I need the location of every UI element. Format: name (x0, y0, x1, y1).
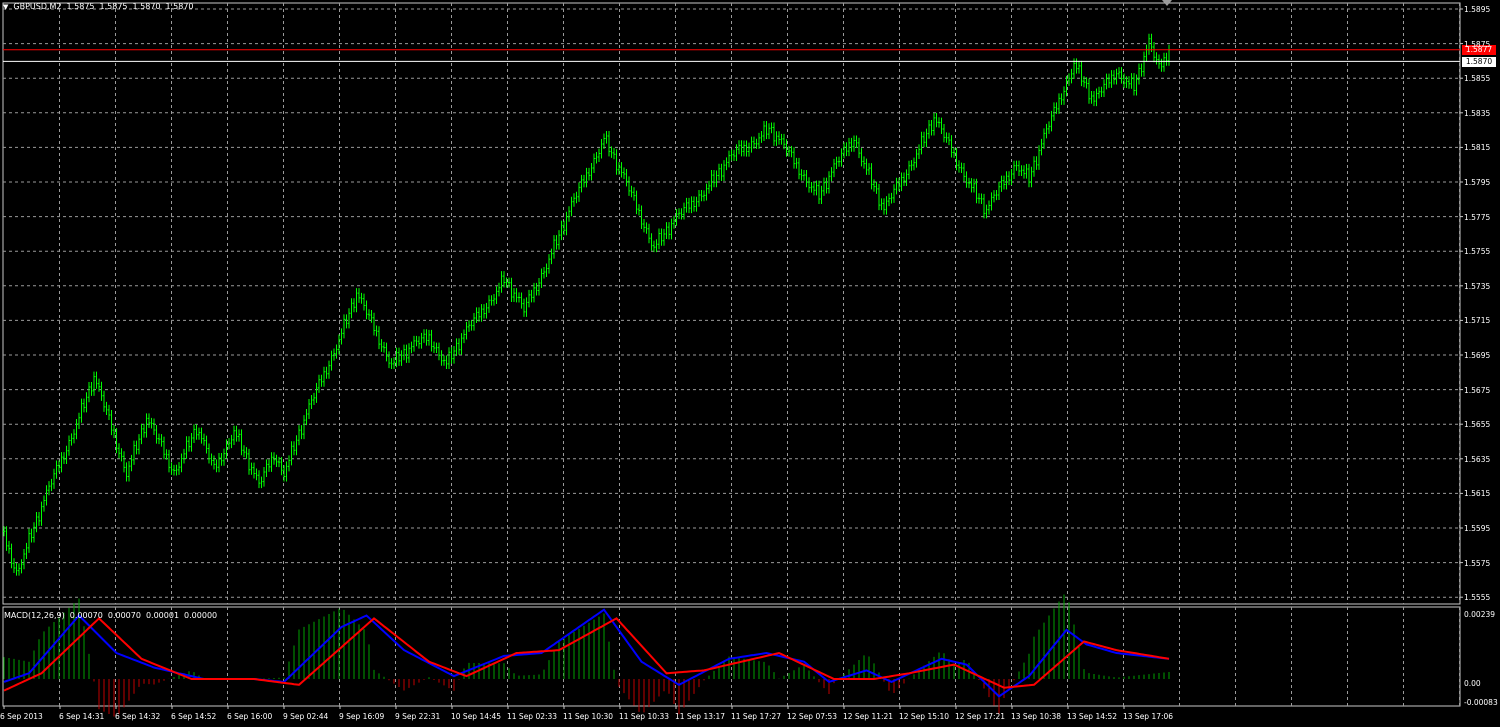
time-axis-label: 13 Sep 17:06 (1123, 712, 1174, 721)
time-axis-label: 12 Sep 07:53 (787, 712, 838, 721)
price-axis-label: 1.5795 (1464, 178, 1491, 187)
macd-scale-zero: 0.00 (1464, 679, 1481, 688)
chart-canvas[interactable] (0, 0, 1500, 727)
time-axis-label: 11 Sep 02:33 (507, 712, 558, 721)
time-axis-label: 6 Sep 16:00 (227, 712, 273, 721)
price-axis-label: 1.5855 (1464, 74, 1491, 84)
time-axis-label: 6 Sep 14:32 (115, 712, 161, 721)
time-axis-label: 6 Sep 14:52 (171, 712, 217, 721)
low-price: 1.5870 (132, 2, 161, 11)
time-axis-label: 11 Sep 10:33 (619, 712, 670, 721)
price-axis-label: 1.5555 (1464, 593, 1491, 603)
high-price: 1.5875 (99, 2, 128, 11)
time-axis-label: 11 Sep 10:30 (563, 712, 614, 721)
time-axis-label: 9 Sep 02:44 (283, 712, 329, 721)
indicator-value-3: 0.00001 (145, 611, 180, 620)
macd-scale-top: 0.00239 (1464, 610, 1496, 619)
time-axis-label: 12 Sep 15:10 (899, 712, 950, 721)
time-axis-label: 12 Sep 17:21 (955, 712, 1006, 721)
price-axis-label: 1.5775 (1464, 212, 1491, 222)
chart-shift-marker-icon[interactable] (1162, 0, 1172, 6)
time-axis-label: 12 Sep 11:21 (843, 712, 894, 721)
indicator-name: MACD(12,26,9) (4, 611, 65, 620)
time-axis-label: 9 Sep 16:09 (339, 712, 385, 721)
price-axis-label: 1.5715 (1464, 316, 1491, 326)
indicator-value-4: 0.00000 (184, 611, 218, 620)
price-axis-label: 1.5815 (1464, 143, 1491, 153)
bid-price-badge: 1.5870 (1462, 57, 1496, 68)
symbol-header: ▼ GBPUSD,M2 1.5875 1.5875 1.5870 1.5870 (3, 2, 194, 12)
price-axis-label: 1.5675 (1464, 385, 1491, 395)
time-axis-label: 6 Sep 14:31 (59, 712, 105, 721)
close-price: 1.5870 (165, 2, 194, 11)
price-axis-label: 1.5655 (1464, 420, 1491, 430)
price-axis-label: 1.5735 (1464, 281, 1491, 291)
time-axis-label: 6 Sep 2013 (0, 712, 43, 721)
symbol-timeframe: GBPUSD,M2 (13, 2, 62, 11)
price-axis-label: 1.5875 (1464, 39, 1491, 49)
price-axis-label: 1.5895 (1464, 5, 1491, 14)
indicator-value-2: 0.00070 (107, 611, 141, 620)
open-price: 1.5875 (66, 2, 95, 11)
indicator-value-1: 0.00070 (69, 611, 103, 620)
price-axis-label: 1.5575 (1464, 558, 1491, 568)
price-axis-label: 1.5615 (1464, 489, 1491, 499)
price-axis-label: 1.5835 (1464, 108, 1491, 118)
price-axis-label: 1.5635 (1464, 454, 1491, 464)
chart-window[interactable]: ▼ GBPUSD,M2 1.5875 1.5875 1.5870 1.5870 … (0, 0, 1500, 727)
indicator-header: MACD(12,26,9) 0.00070 0.00070 0.00001 0.… (4, 611, 217, 621)
price-axis-label: 1.5595 (1464, 524, 1491, 533)
time-axis-label: 11 Sep 13:17 (675, 712, 726, 721)
time-axis-label: 9 Sep 22:31 (395, 712, 441, 721)
time-axis-label: 13 Sep 10:38 (1011, 712, 1062, 721)
time-axis-label: 11 Sep 17:27 (731, 712, 782, 721)
time-axis-label: 13 Sep 14:52 (1067, 712, 1118, 721)
chart-menu-triangle-icon[interactable]: ▼ (3, 2, 8, 12)
price-axis-label: 1.5695 (1464, 351, 1491, 360)
macd-scale-bottom: -0.00083 (1464, 698, 1498, 707)
price-axis-label: 1.5755 (1464, 247, 1491, 257)
time-axis-label: 10 Sep 14:45 (451, 712, 502, 721)
